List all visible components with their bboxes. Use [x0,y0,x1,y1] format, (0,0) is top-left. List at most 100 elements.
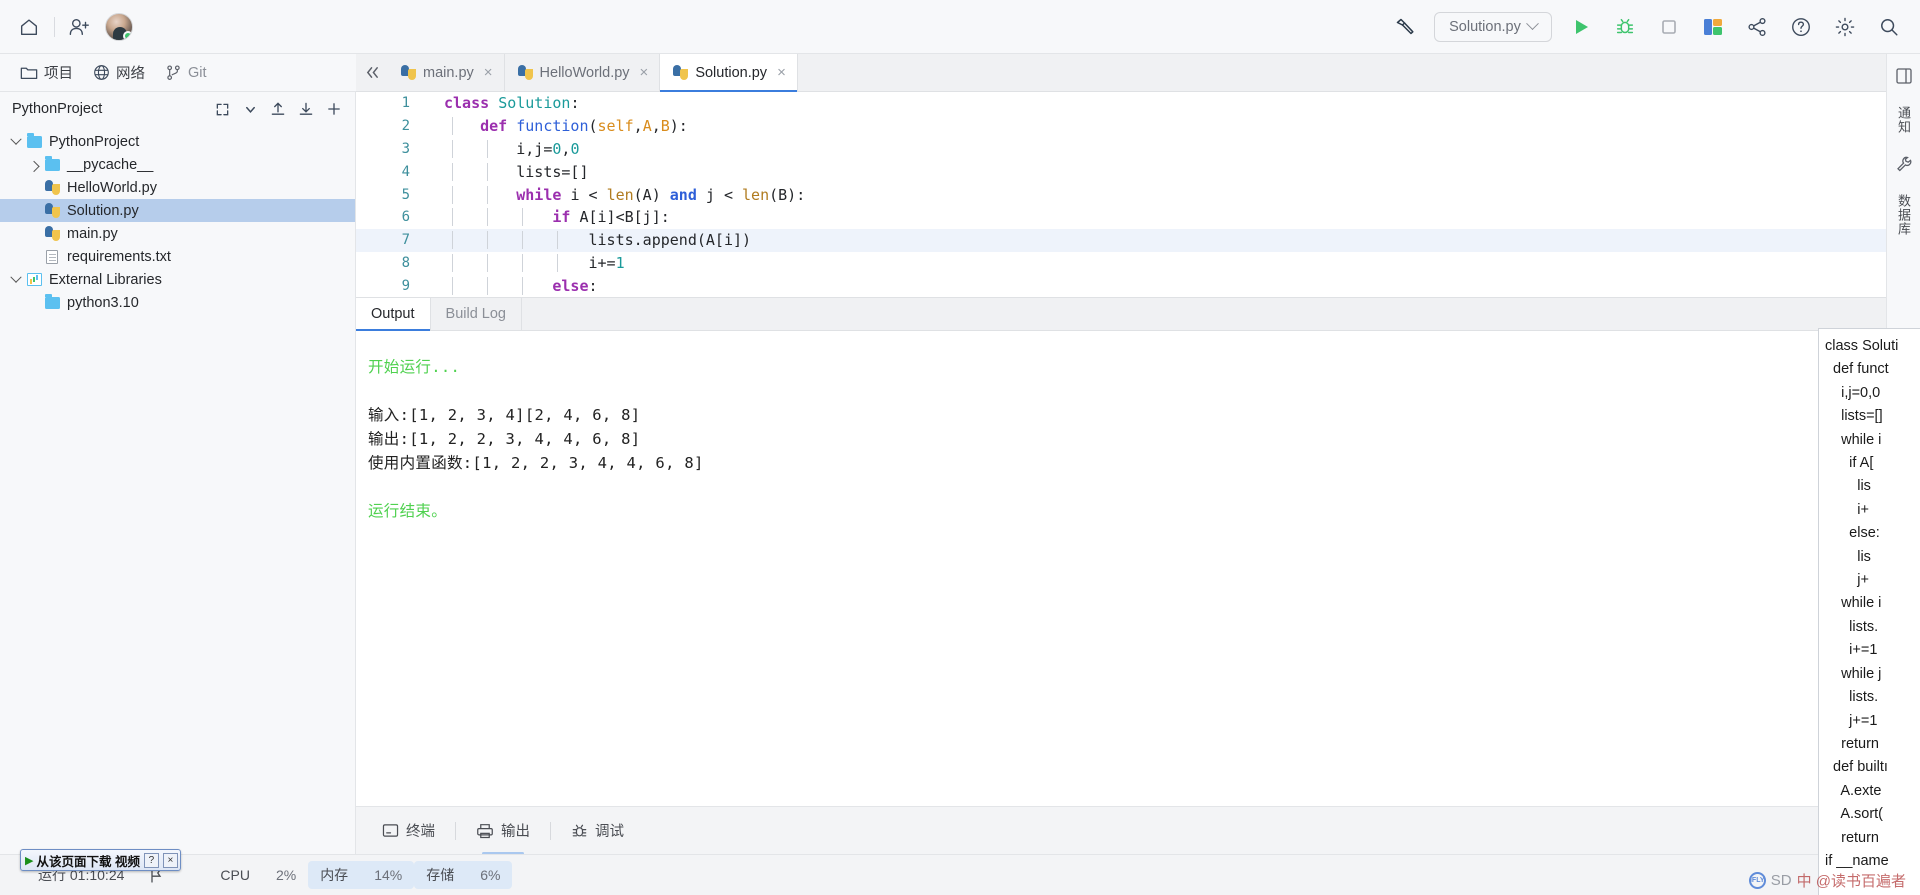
code-token: len [742,185,770,204]
run-configuration-selector[interactable]: Solution.py [1434,11,1552,42]
close-icon[interactable]: × [640,64,649,81]
nav-item-network[interactable]: 网络 [85,58,153,87]
home-icon[interactable] [14,12,44,42]
chevron-down-icon [1526,17,1539,31]
output-tab[interactable]: Build Log [431,298,522,330]
terminal-icon [382,823,399,838]
tree-item[interactable]: Solution.py [0,199,355,222]
line-number: 6 [401,209,410,226]
top-toolbar: Solution.py [0,0,1920,54]
code-line[interactable]: 6 if A[i]<B[j]: [356,206,1920,229]
status-metric-value: 2% [275,867,297,883]
database-label[interactable]: 数据库 [1894,194,1913,236]
wrench-icon[interactable] [1892,152,1916,176]
tree-disclosure-icon[interactable] [8,138,24,146]
code-editor[interactable]: 1 class Solution: 2 def function(self,A,B)… [356,92,1920,297]
output-line: 输入:[1, 2, 3, 4][2, 4, 6, 8] [368,406,641,424]
code-text: i,j=0,0 [424,139,579,158]
toolbar-divider [54,16,55,37]
printer-output-icon [476,823,494,839]
output-line: 输出:[1, 2, 2, 3, 4, 4, 6, 8] [368,430,641,448]
gear-icon[interactable] [1830,12,1860,42]
status-metric[interactable]: CPU 2% [208,863,308,887]
code-line[interactable]: 1 class Solution: [356,92,1920,115]
code-token: A[i]<B[j]: [579,208,670,227]
run-play-icon[interactable] [1566,12,1596,42]
code-line[interactable]: 2 def function(self,A,B): [356,115,1920,138]
output-tab[interactable]: Output [356,298,431,331]
output-bottom-tab[interactable]: 输出 [464,814,542,855]
tree-disclosure-icon[interactable] [26,161,42,169]
help-button[interactable]: ? [143,852,159,868]
code-line[interactable]: 4 lists=[] [356,160,1920,183]
status-metric[interactable]: 内存 14% [308,861,415,889]
editor-tab[interactable]: HelloWorld.py × [504,54,661,91]
avatar[interactable] [105,12,133,41]
folder-icon [42,293,62,309]
python-file-icon [673,65,689,80]
globe-icon [93,64,110,81]
tree-disclosure-icon[interactable] [8,276,24,284]
top-toolbar-left [0,12,133,42]
tree-item[interactable]: main.py [0,222,355,245]
chevron-down-icon[interactable] [237,96,263,122]
editor-tab-label: HelloWorld.py [539,64,630,81]
download-icon[interactable] [293,96,319,122]
output-bottom-tab[interactable]: 调试 [559,814,636,847]
help-circle-icon[interactable] [1786,12,1816,42]
output-bottom-tab-label: 调试 [595,824,624,840]
code-token: B [660,117,670,136]
ai-assistant-icon[interactable] [1698,12,1728,42]
code-line[interactable]: 5 while i < len(A) and j < len(B): [356,183,1920,206]
code-token: ): [669,117,688,136]
notifications-label[interactable]: 通知 [1894,106,1913,134]
tool-window-bar: 项目 网络 Git [0,54,356,92]
tree-item[interactable]: HelloWorld.py [0,176,355,199]
download-video-popup[interactable]: ▶ 从该页面下载 视频 ? × [20,849,181,871]
sidebar-header: PythonProject [0,92,355,126]
nav-item-git[interactable]: Git [157,60,215,85]
add-icon[interactable] [321,96,347,122]
line-number: 7 [401,232,410,249]
tree-item[interactable]: PythonProject [0,130,355,153]
folder-icon [24,132,44,148]
add-user-icon[interactable] [65,12,95,42]
code-line[interactable]: 3 i,j=0,0 [356,138,1920,161]
code-token: ( [588,117,598,136]
status-metric[interactable]: 存储 6% [414,861,513,889]
stop-square-icon[interactable] [1654,12,1684,42]
output-bottom-tab-label: 终端 [406,824,435,840]
editor-tab[interactable]: main.py × [388,54,505,91]
upload-icon[interactable] [265,96,291,122]
code-token: A [642,117,652,136]
collapse-left-icon[interactable] [356,54,388,91]
code-line[interactable]: 9 else: [356,274,1920,297]
editor-tab[interactable]: Solution.py × [660,54,798,92]
close-icon[interactable]: × [484,64,493,81]
debug-bug-icon[interactable] [1610,12,1640,42]
search-icon[interactable] [1874,12,1904,42]
code-text: i+=1 [424,253,625,272]
code-line[interactable]: 7 lists.append(A[i]) [356,228,1920,252]
nav-item-project[interactable]: 项目 [12,58,81,87]
tree-item[interactable]: __pycache__ [0,153,355,176]
tree-item[interactable]: External Libraries [0,268,355,291]
ide-window: Solution.py 项目 网络 Git PythonProject Pyth… [0,0,1920,895]
floating-code-preview: class Soluti def funct i,j=0,0 lists=[] … [1818,328,1920,895]
code-token: function [516,117,589,136]
nav-item-network-label: 网络 [116,66,145,82]
close-icon[interactable]: × [162,852,178,868]
hammer-build-icon[interactable] [1390,12,1420,42]
code-token: i,j= [444,139,553,158]
code-line[interactable]: 8 i+=1 [356,252,1920,275]
expand-collapse-icon[interactable] [209,96,235,122]
output-bottom-tab[interactable]: 终端 [370,814,447,847]
layout-icon[interactable] [1892,64,1916,88]
close-icon[interactable]: × [777,64,786,81]
code-token: 1 [615,253,625,272]
share-icon[interactable] [1742,12,1772,42]
python-icon [42,180,62,195]
tree-item[interactable]: python3.10 [0,291,355,314]
iflytek-logo-icon: iFLY [1748,872,1766,889]
tree-item[interactable]: requirements.txt [0,245,355,268]
